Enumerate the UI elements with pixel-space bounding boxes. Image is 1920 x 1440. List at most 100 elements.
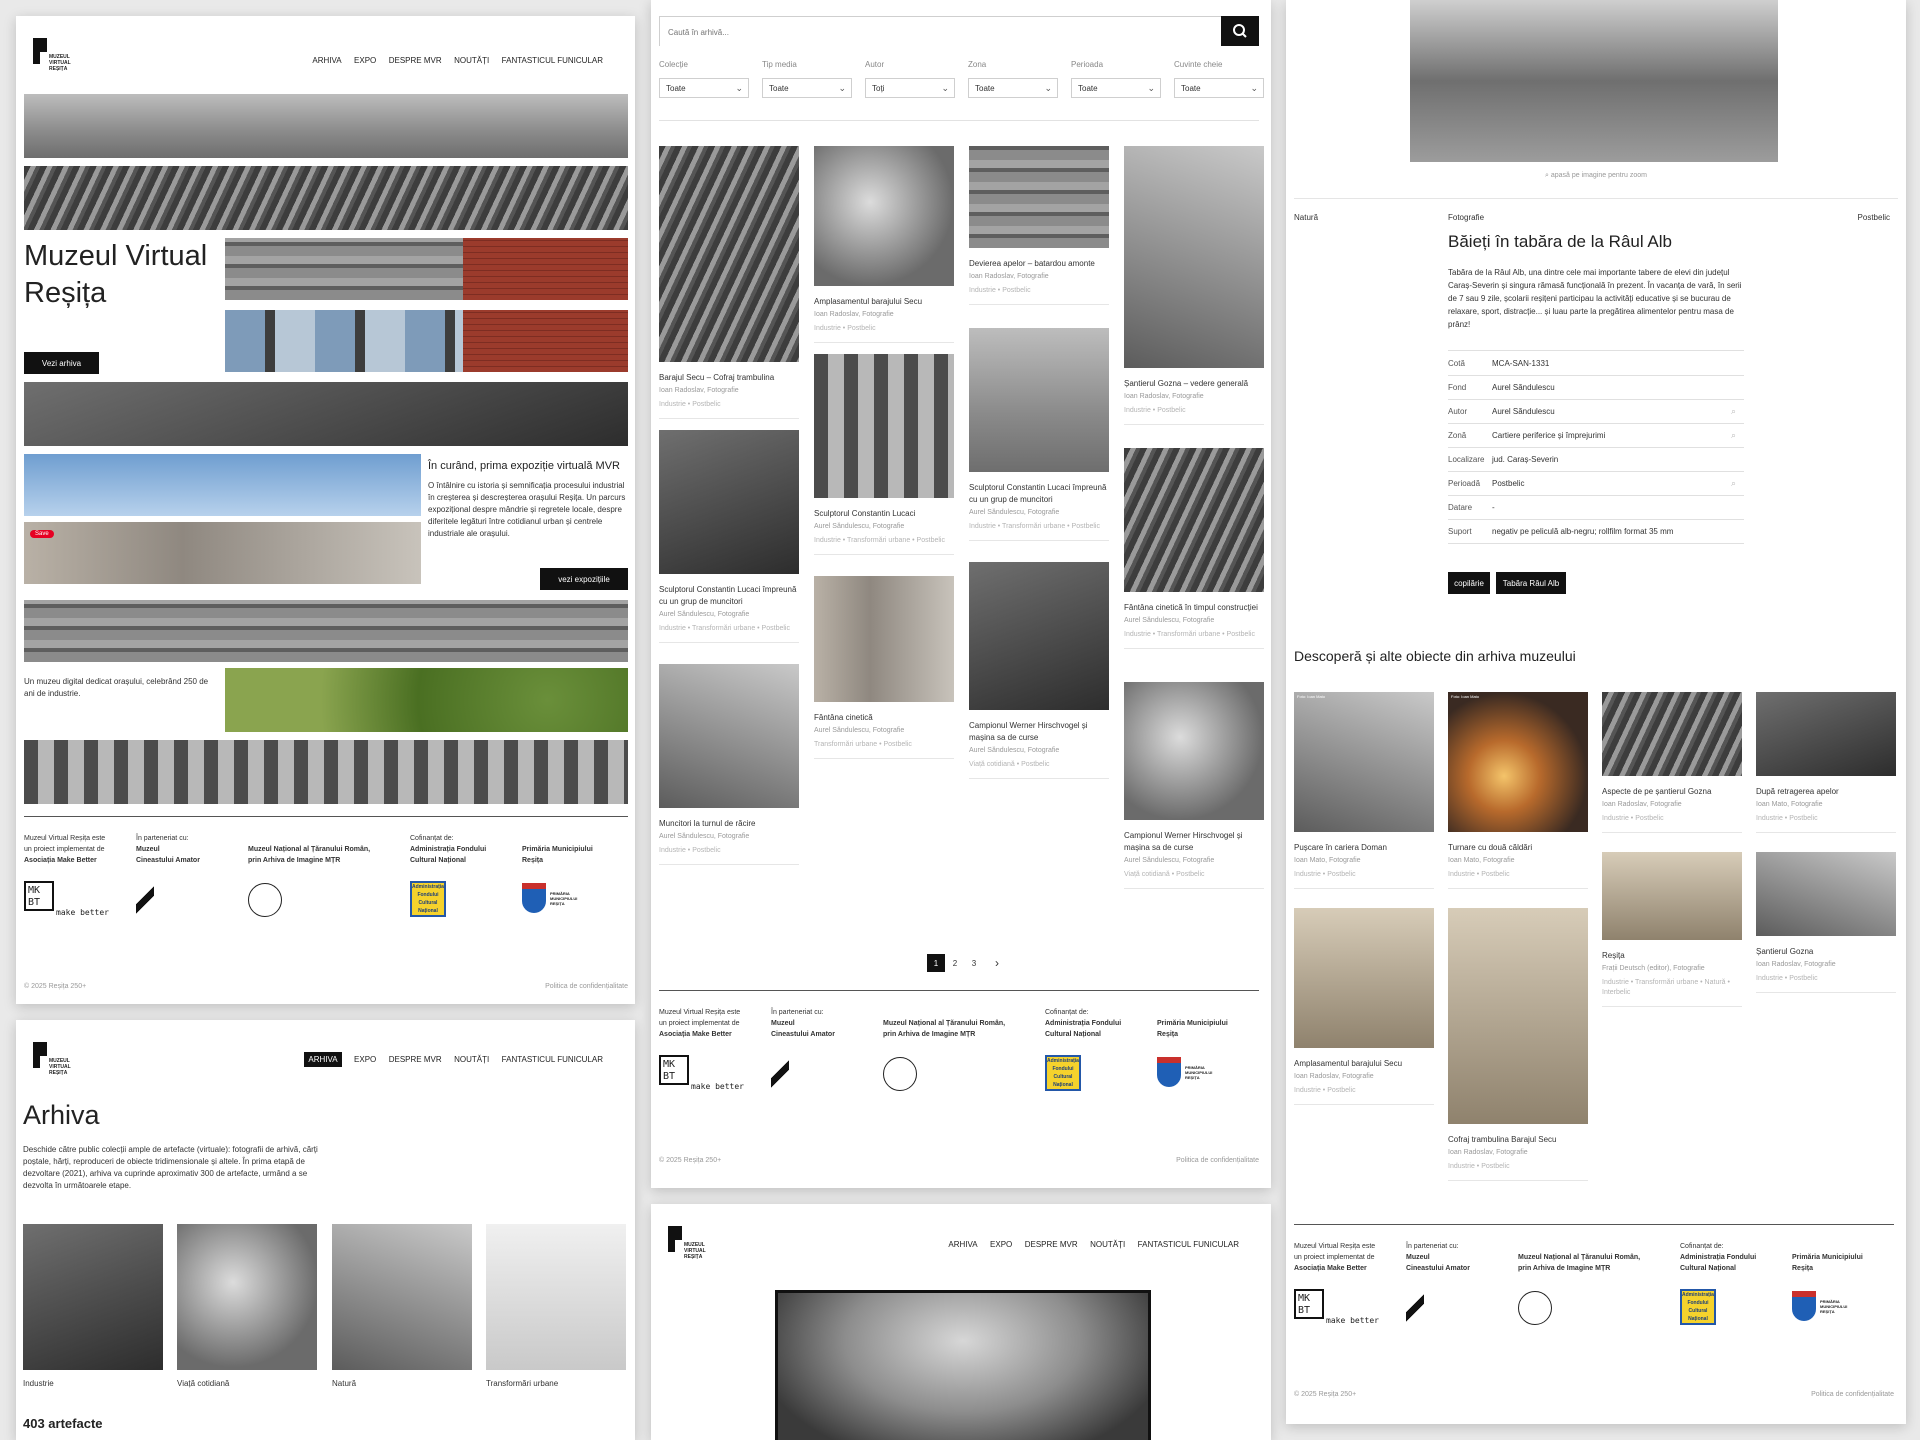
privacy-link[interactable]: Politica de confidențialitate [1176, 1157, 1259, 1164]
detail-photo-boys[interactable] [775, 1290, 1151, 1440]
result-card[interactable]: Sculptorul Constantin Lucaci împreună cu… [659, 430, 799, 643]
filter-select[interactable]: Toate ⌄ [1174, 78, 1264, 98]
related-title[interactable]: Șantierul Gozna [1756, 946, 1896, 958]
afcn-logo[interactable]: Administrația Fondului Cultural Național [410, 881, 446, 917]
result-image[interactable] [969, 562, 1109, 710]
cineast-logo[interactable] [136, 885, 154, 915]
related-card[interactable]: Foto: Ioan Mato Turnare cu două căldări Io… [1448, 692, 1588, 889]
filter-select[interactable]: Toate ⌄ [968, 78, 1058, 98]
related-title[interactable]: Aspecte de pe șantierul Gozna [1602, 786, 1742, 798]
result-image[interactable] [814, 354, 954, 498]
related-image[interactable] [1448, 908, 1588, 1124]
filter-select[interactable]: Toți ⌄ [865, 78, 955, 98]
result-card[interactable]: Campionul Werner Hirschvogel și mașina s… [969, 562, 1109, 779]
search-input[interactable] [660, 17, 1230, 47]
related-image[interactable] [1602, 852, 1742, 940]
result-title[interactable]: Sculptorul Constantin Lucaci împreună cu… [969, 482, 1109, 506]
primaria-logo[interactable]: PRIMĂRIA MUNICIPIULUI REȘIȚA [522, 883, 592, 915]
detail-photo-children[interactable] [1410, 0, 1778, 162]
nav-arhiva-active[interactable]: ARHIVA [304, 1052, 342, 1067]
tag-natura[interactable]: Natură [1294, 212, 1318, 224]
result-image[interactable] [1124, 448, 1264, 592]
result-title[interactable]: Muncitori la turnul de răcire [659, 818, 799, 830]
result-card[interactable]: Fântâna cinetică Aurel Săndulescu, Fotogr… [814, 576, 954, 759]
nav-expo[interactable]: EXPO [354, 1055, 376, 1064]
nav-despre[interactable]: DESPRE MVR [389, 1055, 442, 1064]
related-card[interactable]: După retragerea apelor Ioan Mato, Fotogra… [1756, 692, 1896, 833]
related-title[interactable]: După retragerea apelor [1756, 786, 1896, 798]
search-icon[interactable]: ⌕ [1731, 478, 1736, 489]
result-image[interactable] [659, 430, 799, 574]
result-title[interactable]: Amplasamentul barajului Secu [814, 296, 954, 308]
result-image[interactable] [814, 576, 954, 702]
result-title[interactable]: Campionul Werner Hirschvogel și mașina s… [969, 720, 1109, 744]
result-title[interactable]: Barajul Secu – Cofraj trambulina [659, 372, 799, 384]
next-page-icon[interactable]: › [988, 954, 1006, 972]
nav-expo[interactable]: EXPO [354, 56, 376, 65]
category-label-3[interactable]: Natură [332, 1378, 356, 1390]
related-title[interactable]: Reșița [1602, 950, 1742, 962]
category-label-2[interactable]: Viață cotidiană [177, 1378, 229, 1390]
filter-select[interactable]: Toate ⌄ [1071, 78, 1161, 98]
mtr-logo[interactable] [883, 1057, 917, 1091]
result-image[interactable] [659, 146, 799, 362]
mkbt-logo[interactable]: MK BT make better [659, 1055, 749, 1091]
see-archive-button[interactable]: Vezi arhiva [24, 352, 99, 374]
result-title[interactable]: Fântâna cinetică [814, 712, 954, 724]
primaria-logo[interactable]: PRIMĂRIA MUNICIPIULUI REȘIȚA [1157, 1057, 1227, 1089]
category-transformari-image[interactable] [486, 1224, 626, 1370]
privacy-link[interactable]: Politica de confidențialitate [1811, 1391, 1894, 1398]
save-badge[interactable]: Save [30, 530, 54, 538]
result-image[interactable] [1124, 146, 1264, 368]
result-title[interactable]: Fântâna cinetică în timpul construcției [1124, 602, 1264, 614]
cineast-logo[interactable] [1406, 1293, 1424, 1323]
related-title[interactable]: Cofraj trambulina Barajul Secu [1448, 1134, 1588, 1146]
nav-arhiva[interactable]: ARHIVA [948, 1240, 977, 1249]
nav-funicular[interactable]: FANTASTICUL FUNICULAR [502, 56, 603, 65]
nav-despre[interactable]: DESPRE MVR [389, 56, 442, 65]
afcn-logo[interactable]: Administrația Fondului Cultural Național [1045, 1055, 1081, 1091]
nav-noutati[interactable]: NOUTĂȚI [454, 56, 489, 65]
result-image[interactable] [969, 146, 1109, 248]
related-card[interactable]: Aspecte de pe șantierul Gozna Ioan Radosl… [1602, 692, 1742, 833]
category-viata-image[interactable] [177, 1224, 317, 1370]
mtr-logo[interactable] [1518, 1291, 1552, 1325]
related-image[interactable] [1756, 852, 1896, 936]
tag-postbelic[interactable]: Postbelic [1858, 212, 1890, 224]
afcn-logo[interactable]: Administrația Fondului Cultural Național [1680, 1289, 1716, 1325]
nav-arhiva[interactable]: ARHIVA [312, 56, 341, 65]
privacy-link[interactable]: Politica de confidențialitate [545, 983, 628, 990]
result-card[interactable]: Devierea apelor – batardou amonte Ioan Ra… [969, 146, 1109, 305]
related-card[interactable]: Cofraj trambulina Barajul Secu Ioan Rados… [1448, 908, 1588, 1181]
mkbt-logo[interactable]: MK BT make better [24, 881, 114, 917]
related-image[interactable]: Foto: Ioan Mato [1294, 692, 1434, 832]
related-card[interactable]: Foto: Ioan Mato Pușcare în cariera Doman I… [1294, 692, 1434, 889]
related-image[interactable]: Foto: Ioan Mato [1448, 692, 1588, 832]
result-image[interactable] [659, 664, 799, 808]
search-button[interactable] [1221, 16, 1259, 46]
related-card[interactable]: Reșița Frații Deutsch (editor), Fotografi… [1602, 852, 1742, 1007]
result-card[interactable]: Șantierul Gozna – vedere generală Ioan Ra… [1124, 146, 1264, 425]
mtr-logo[interactable] [248, 883, 282, 917]
result-title[interactable]: Sculptorul Constantin Lucaci [814, 508, 954, 520]
related-title[interactable]: Amplasamentul barajului Secu [1294, 1058, 1434, 1070]
category-industrie-image[interactable] [23, 1224, 163, 1370]
category-label-4[interactable]: Transformări urbane [486, 1378, 558, 1390]
result-title[interactable]: Devierea apelor – batardou amonte [969, 258, 1109, 270]
nav-funicular[interactable]: FANTASTICUL FUNICULAR [1138, 1240, 1239, 1249]
related-image[interactable] [1294, 908, 1434, 1048]
result-image[interactable] [1124, 682, 1264, 820]
page-1[interactable]: 1 [927, 954, 945, 972]
tag-button-copilarie[interactable]: copilărie [1448, 572, 1490, 594]
mkbt-logo[interactable]: MK BT make better [1294, 1289, 1384, 1325]
nav-funicular[interactable]: FANTASTICUL FUNICULAR [502, 1055, 603, 1064]
page-2[interactable]: 2 [946, 954, 964, 972]
related-image[interactable] [1602, 692, 1742, 776]
related-card[interactable]: Șantierul Gozna Ioan Radoslav, Fotografie… [1756, 852, 1896, 993]
page-3[interactable]: 3 [965, 954, 983, 972]
result-card[interactable]: Fântâna cinetică în timpul construcției A… [1124, 448, 1264, 649]
tag-button-tabara[interactable]: Tabăra Râul Alb [1496, 572, 1566, 594]
result-card[interactable]: Sculptorul Constantin Lucaci împreună cu… [969, 328, 1109, 541]
search-icon[interactable]: ⌕ [1731, 406, 1736, 417]
result-card[interactable]: Campionul Werner Hirschvogel și mașina s… [1124, 682, 1264, 889]
